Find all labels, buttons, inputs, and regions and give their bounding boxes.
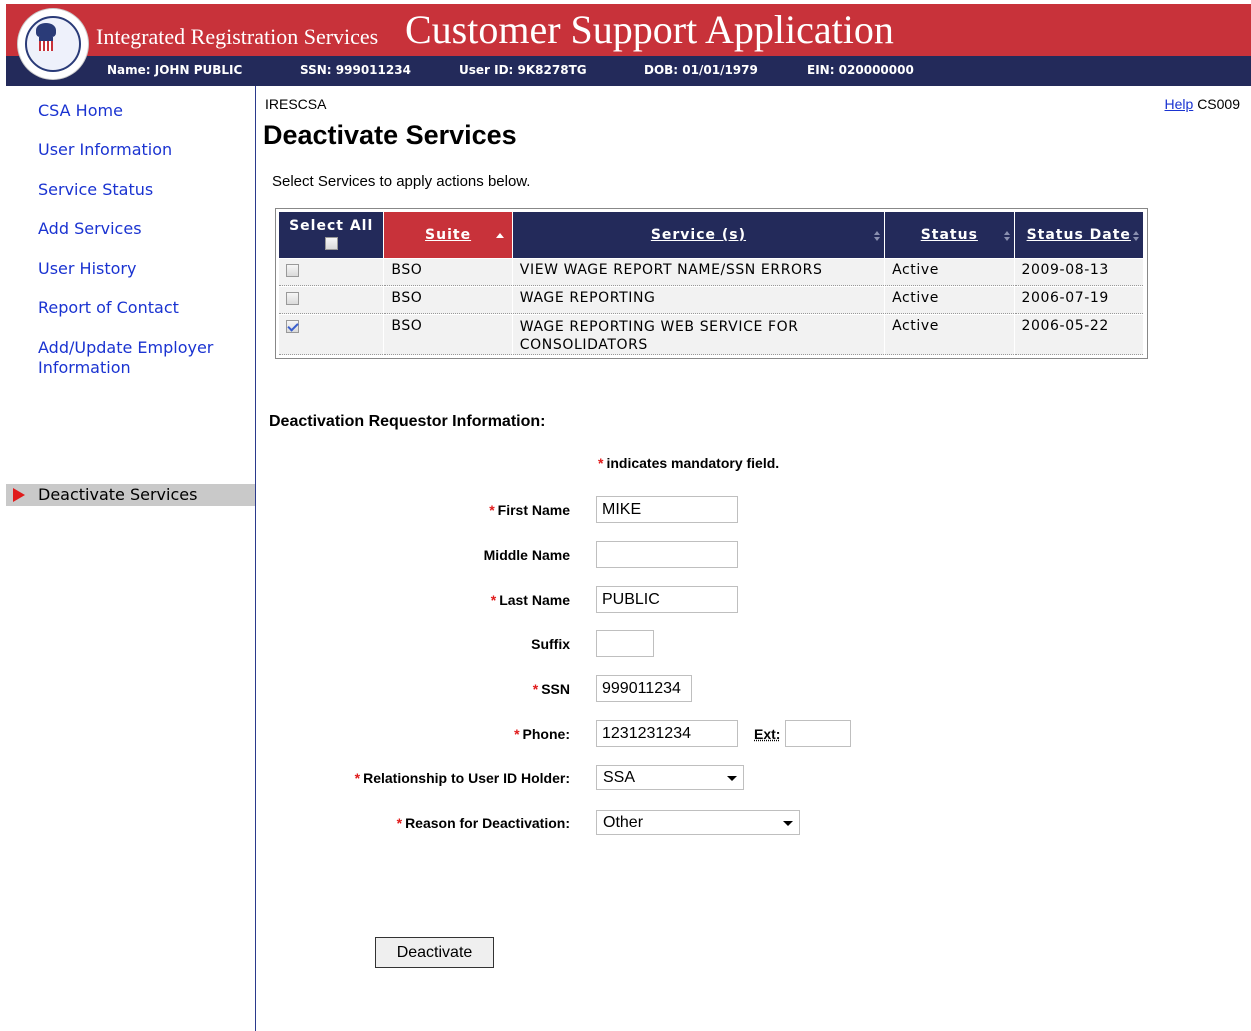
- breadcrumb: IRESCSA: [265, 96, 327, 112]
- user-name: Name: JOHN PUBLIC: [107, 63, 243, 77]
- phone-label: * Phone:: [514, 726, 570, 742]
- service-cell: WAGE REPORTING: [512, 287, 885, 314]
- middle-name-label: Middle Name: [483, 547, 570, 563]
- select-all-label: Select All: [289, 218, 374, 234]
- user-ssn: SSN: 999011234: [300, 63, 411, 77]
- relationship-label: * Relationship to User ID Holder:: [354, 770, 570, 786]
- sidebar-item-csa-home[interactable]: CSA Home: [38, 101, 123, 121]
- section-title: Deactivation Requestor Information:: [269, 413, 546, 430]
- sort-icon: [1003, 231, 1010, 241]
- reason-label: * Reason for Deactivation:: [396, 815, 570, 831]
- reason-select[interactable]: Other: [596, 810, 800, 835]
- red-arrow-icon: [13, 488, 25, 502]
- help-link[interactable]: Help: [1165, 96, 1194, 112]
- ssn-label: * SSN: [532, 681, 570, 697]
- sort-ascending-icon: [495, 233, 504, 238]
- instructions: Select Services to apply actions below.: [272, 173, 531, 190]
- relationship-selected-value: SSA: [603, 769, 636, 786]
- service-column-header[interactable]: Service (s): [512, 212, 885, 258]
- select-all-checkbox[interactable]: [324, 236, 338, 250]
- status-date-column-header[interactable]: Status Date: [1014, 212, 1143, 258]
- sidebar-item-service-status[interactable]: Service Status: [38, 180, 153, 200]
- required-star: *: [598, 455, 604, 471]
- app-name: Integrated Registration Services: [96, 24, 379, 49]
- row-checkbox[interactable]: [286, 291, 299, 305]
- phone-input[interactable]: [596, 720, 738, 747]
- status-cell: Active: [885, 287, 1014, 314]
- row-select-cell: [279, 259, 384, 286]
- chevron-down-icon: [727, 776, 737, 781]
- suite-cell: BSO: [384, 287, 512, 314]
- sort-icon: [874, 231, 881, 241]
- table-row: BSO WAGE REPORTING Active 2006-07-19: [279, 287, 1143, 314]
- sort-icon: [1133, 231, 1139, 241]
- status-column-header[interactable]: Status: [885, 212, 1014, 258]
- status-date-sort-link[interactable]: Status Date: [1027, 227, 1131, 243]
- sidebar-item-report-of-contact[interactable]: Report of Contact: [38, 298, 179, 318]
- sidebar-item-label: Deactivate Services: [38, 485, 198, 504]
- ssa-seal-icon: [18, 9, 88, 79]
- select-all-header: Select All: [279, 212, 384, 258]
- status-sort-link[interactable]: Status: [921, 227, 978, 243]
- sidebar-item-user-history[interactable]: User History: [38, 259, 136, 279]
- mandatory-note: * indicates mandatory field.: [598, 455, 779, 471]
- screen-code: CS009: [1197, 96, 1240, 112]
- services-table: Select All Suite Service (s) Status Stat…: [278, 211, 1144, 356]
- relationship-select[interactable]: SSA: [596, 765, 744, 790]
- row-checkbox[interactable]: [286, 263, 299, 277]
- sidebar-item-user-information[interactable]: User Information: [38, 140, 172, 160]
- services-table-frame: Select All Suite Service (s) Status Stat…: [275, 208, 1148, 359]
- chevron-down-icon: [783, 821, 793, 826]
- user-id: User ID: 9K8278TG: [459, 63, 587, 77]
- reason-selected-value: Other: [603, 814, 644, 831]
- service-cell: VIEW WAGE REPORT NAME/SSN ERRORS: [512, 259, 885, 286]
- status-cell: Active: [885, 259, 1014, 286]
- table-row: BSO WAGE REPORTING WEB SERVICE FOR CONSO…: [279, 315, 1143, 355]
- suffix-label: Suffix: [531, 636, 570, 652]
- user-ein: EIN: 020000000: [807, 63, 914, 77]
- suite-cell: BSO: [384, 315, 512, 355]
- page-title: Deactivate Services: [263, 120, 517, 150]
- ext-label: Ext:: [754, 726, 781, 742]
- row-checkbox-checked[interactable]: [286, 319, 299, 333]
- sidebar-nav: CSA Home User Information Service Status…: [6, 86, 256, 1031]
- suite-cell: BSO: [384, 259, 512, 286]
- ssn-input[interactable]: [596, 675, 692, 702]
- help-area: Help CS009: [1165, 96, 1241, 112]
- app-title: Customer Support Application: [405, 7, 894, 52]
- status-date-cell: 2006-05-22: [1014, 315, 1143, 355]
- first-name-label: * First Name: [489, 502, 570, 518]
- service-sort-link[interactable]: Service (s): [651, 227, 746, 243]
- sidebar-item-deactivate-services[interactable]: Deactivate Services: [6, 484, 255, 506]
- last-name-label: * Last Name: [490, 592, 570, 608]
- sidebar-item-add-services[interactable]: Add Services: [38, 219, 142, 239]
- user-dob: DOB: 01/01/1979: [644, 63, 758, 77]
- row-select-cell: [279, 287, 384, 314]
- status-cell: Active: [885, 315, 1014, 355]
- middle-name-input[interactable]: [596, 541, 738, 568]
- suite-sort-link[interactable]: Suite: [425, 227, 471, 243]
- first-name-input[interactable]: [596, 496, 738, 523]
- mandatory-note-text: indicates mandatory field.: [606, 455, 780, 471]
- table-row: BSO VIEW WAGE REPORT NAME/SSN ERRORS Act…: [279, 259, 1143, 286]
- status-date-cell: 2009-08-13: [1014, 259, 1143, 286]
- service-cell: WAGE REPORTING WEB SERVICE FOR CONSOLIDA…: [512, 315, 885, 355]
- sidebar-item-add-update-employer[interactable]: Add/Update Employer Information: [38, 338, 238, 378]
- ext-input[interactable]: [785, 720, 851, 747]
- last-name-input[interactable]: [596, 586, 738, 613]
- row-select-cell: [279, 315, 384, 355]
- suffix-input[interactable]: [596, 630, 654, 657]
- deactivate-button[interactable]: Deactivate: [375, 937, 494, 968]
- status-date-cell: 2006-07-19: [1014, 287, 1143, 314]
- suite-column-header[interactable]: Suite: [384, 212, 512, 258]
